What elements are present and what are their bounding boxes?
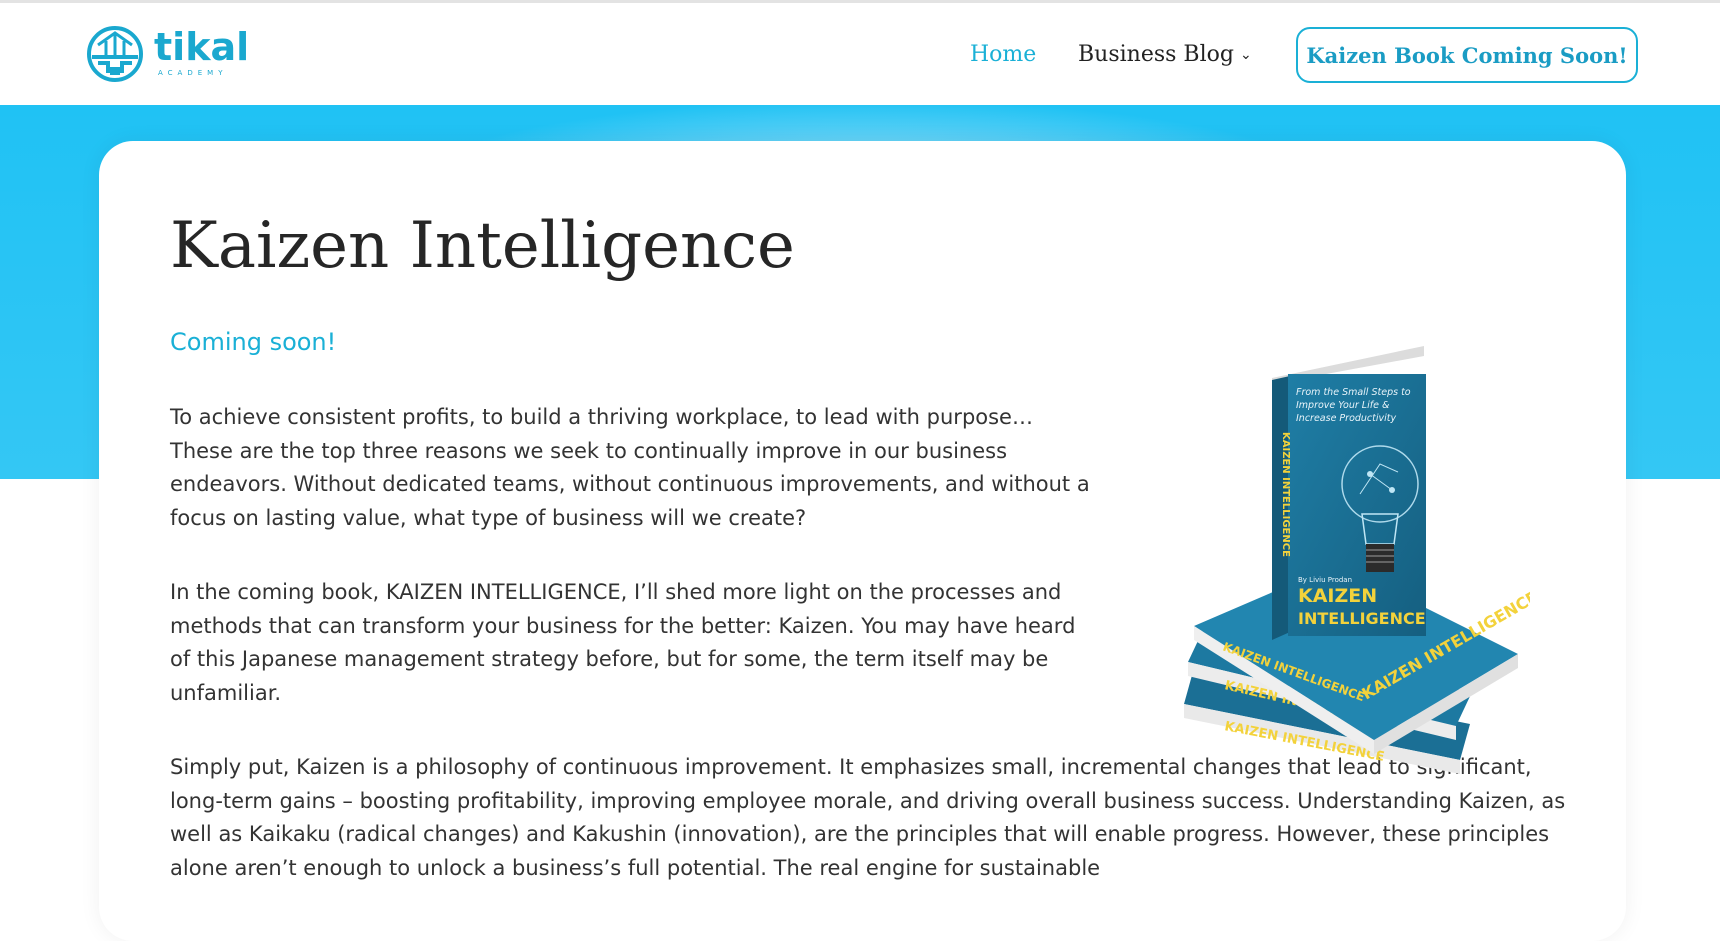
book-title-line1: KAIZEN bbox=[1298, 585, 1377, 607]
site-header: tikal ACADEMY Home Business Blog ⌄ Kaizen… bbox=[0, 3, 1720, 105]
book-stack-image: KAIZEN INTELLIGENCE KAIZEN INTELLIGENCE … bbox=[1184, 346, 1530, 774]
nav-business-blog-link[interactable]: Business Blog ⌄ bbox=[1078, 41, 1252, 69]
standing-book: KAIZEN INTELLIGENCE From the Small Steps… bbox=[1272, 346, 1426, 640]
book-paragraph: In the coming book, KAIZEN INTELLIGENCE,… bbox=[170, 580, 1076, 705]
book-tagline: From the Small Steps to Improve Your Lif… bbox=[1296, 387, 1411, 424]
page-title: Kaizen Intelligence bbox=[170, 209, 795, 283]
book-title-line2: INTELLIGENCE bbox=[1298, 609, 1426, 628]
book-author: By Liviu Prodan bbox=[1298, 576, 1352, 584]
kaizen-book-cta-button[interactable]: Kaizen Book Coming Soon! bbox=[1296, 27, 1638, 83]
nav-home-link[interactable]: Home bbox=[970, 41, 1036, 69]
book-spine-text: KAIZEN INTELLIGENCE bbox=[1280, 432, 1291, 557]
coming-soon-subtitle: Coming soon! bbox=[170, 328, 337, 356]
chevron-down-icon: ⌄ bbox=[1239, 47, 1252, 63]
nav-business-blog-label: Business Blog bbox=[1078, 42, 1234, 67]
intro-paragraph: To achieve consistent profits, to build … bbox=[170, 405, 1090, 530]
